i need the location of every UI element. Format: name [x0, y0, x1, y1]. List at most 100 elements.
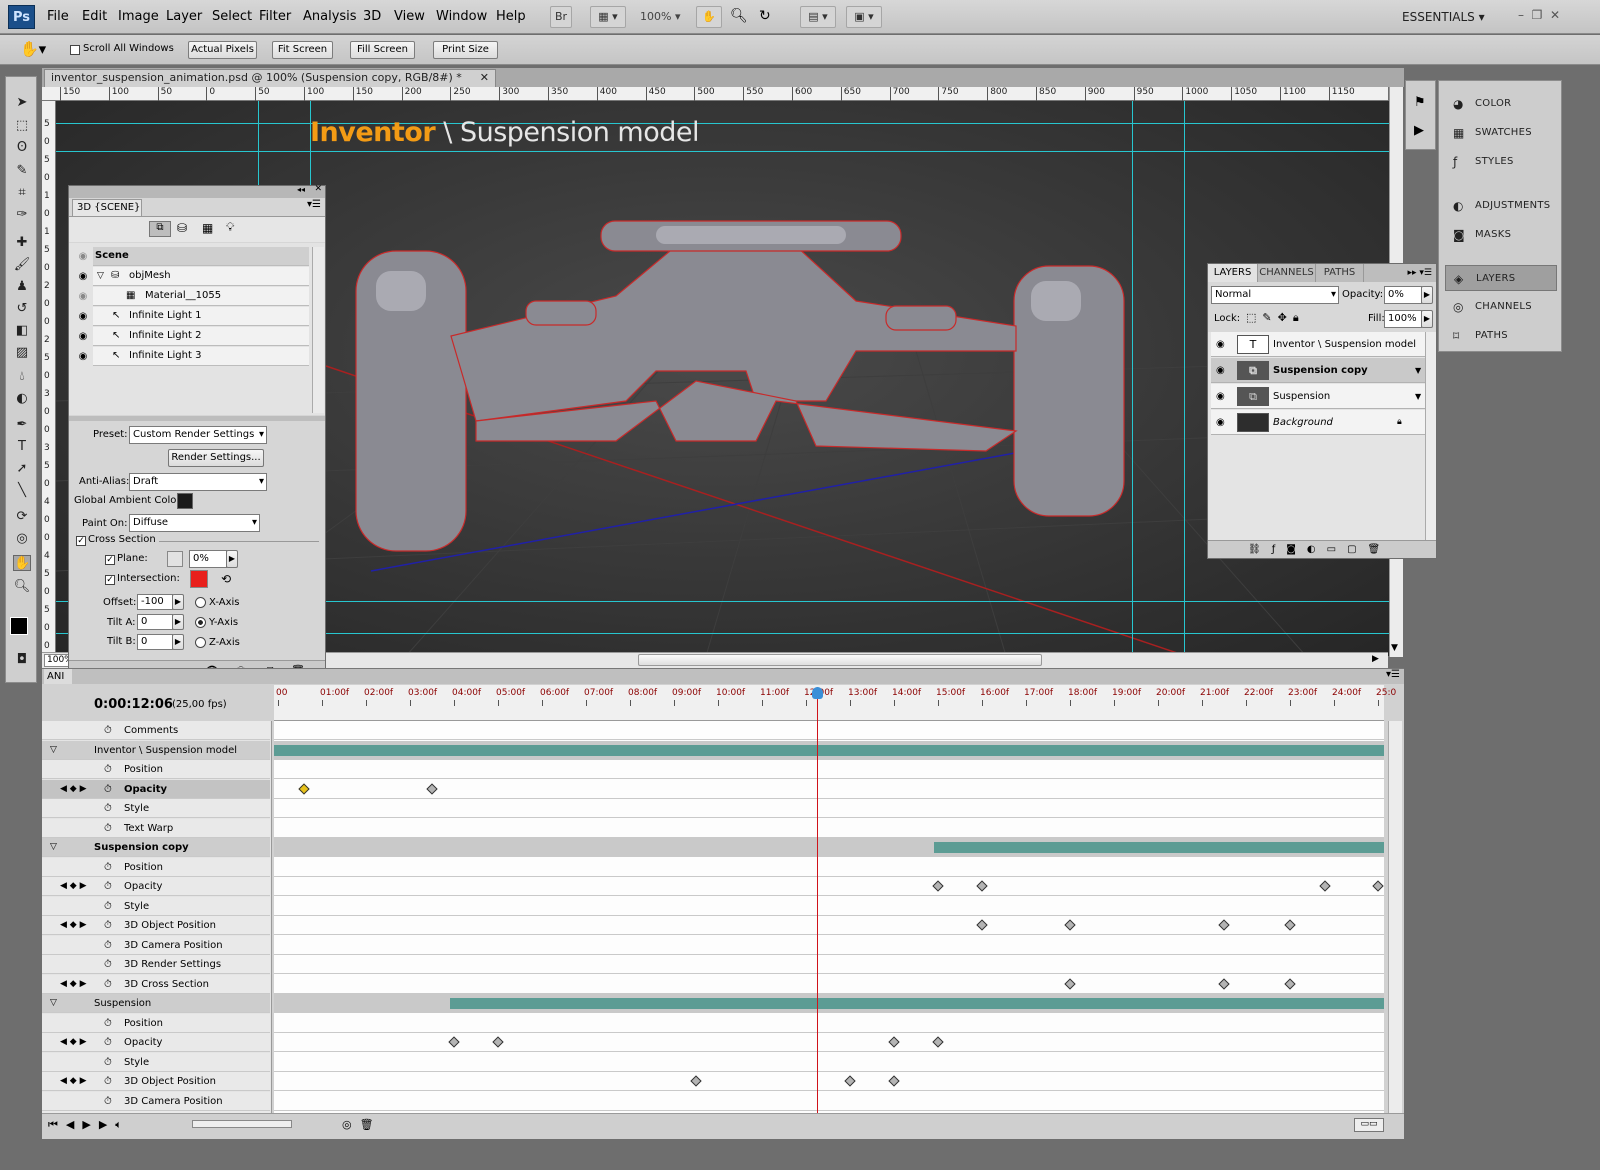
lasso-tool-icon[interactable]: ʘ [13, 140, 31, 156]
track-row[interactable] [274, 877, 1384, 896]
keyframe-marker[interactable] [976, 880, 988, 892]
tree-row-objmesh[interactable]: objMesh [93, 267, 309, 286]
expand-triangle-icon[interactable]: ▽ [97, 271, 104, 281]
layer-row-suspension[interactable]: ◉ ⧉ Suspension ▼ [1211, 384, 1425, 409]
stopwatch-icon[interactable]: ⏱ [104, 1092, 112, 1111]
move-tool-icon[interactable]: ➤ [13, 95, 31, 111]
tree-row-scene[interactable]: Scene [93, 247, 309, 266]
timeline-property-row[interactable]: ⏱ Comments [42, 721, 270, 740]
tilt-b-field[interactable]: 0 [137, 634, 173, 650]
bridge-button[interactable]: Br [550, 6, 572, 28]
visibility-eye-icon[interactable]: ◉ [1216, 410, 1225, 435]
dock-layers[interactable]: ◈ LAYERS [1445, 265, 1557, 291]
zoom-slider[interactable] [192, 1120, 292, 1128]
timeline-property-row[interactable]: ⏱ ◀ ◆ ▶ Opacity [42, 877, 270, 896]
track-row[interactable] [274, 780, 1384, 799]
keyframe-marker[interactable] [976, 919, 988, 931]
track-row[interactable] [274, 819, 1384, 838]
healing-brush-tool-icon[interactable]: ✚ [13, 235, 31, 251]
plane-checkbox[interactable]: ✓ [105, 555, 115, 565]
scroll-right-icon[interactable]: ▶ [1372, 654, 1379, 664]
history-icon[interactable]: ⚑ [1414, 95, 1426, 110]
zoom-tool-icon[interactable]: 🔍︎ [730, 8, 748, 24]
stopwatch-icon[interactable]: ⏱ [104, 877, 112, 896]
timeline-property-row[interactable]: ⏱ ◀ ◆ ▶ 3D Object Position [42, 916, 270, 935]
gradient-tool-icon[interactable]: ▨ [13, 345, 31, 361]
workspace-switcher[interactable]: ESSENTIALS ▾ [1402, 10, 1485, 24]
preset-select[interactable]: Custom Render Settings ▾ [129, 426, 267, 444]
keyframe-marker[interactable] [492, 1036, 504, 1048]
dock-masks[interactable]: ◙ MASKS [1445, 222, 1557, 248]
menu-layer[interactable]: Layer [166, 9, 202, 24]
keyframe-marker[interactable] [298, 782, 311, 795]
line-tool-icon[interactable]: ╲ [13, 483, 31, 499]
hand-tool-preset-icon[interactable]: ✋▾ [20, 40, 46, 58]
timeline-property-row[interactable]: ⏱ Style [42, 799, 270, 818]
track-row[interactable] [274, 916, 1384, 935]
keyframe-marker[interactable] [888, 1036, 900, 1048]
stopwatch-icon[interactable]: ⏱ [104, 1033, 112, 1052]
timeline-property-row[interactable]: ⏱ Position [42, 1013, 270, 1033]
playhead-line[interactable] [816, 687, 818, 1117]
fit-screen-button[interactable]: Fit Screen [272, 41, 333, 59]
stopwatch-icon[interactable]: ⏱ [104, 916, 112, 935]
menu-window[interactable]: Window [436, 9, 487, 24]
scroll-all-windows-checkbox[interactable] [70, 45, 80, 55]
tree-row-infinite-light-2[interactable]: Infinite Light 2 [93, 327, 309, 346]
rotate-view-icon[interactable]: ↻ [759, 8, 771, 24]
stopwatch-icon[interactable]: ⏱ [104, 819, 112, 838]
type-tool-icon[interactable]: T [13, 439, 31, 455]
tilt-a-slider-icon[interactable]: ▶ [172, 614, 184, 630]
whole-scene-filter-icon[interactable]: ⧉ [149, 221, 171, 237]
layer-footer-icons[interactable]: ⛓ƒ◙◐▭▢🗑︎ [1248, 544, 1391, 555]
menu-help[interactable]: Help [496, 9, 526, 24]
timeline-property-row[interactable]: ⏱ ◀ ◆ ▶ Opacity [42, 779, 270, 799]
track-row[interactable] [274, 955, 1384, 974]
keyframe-marker[interactable] [1218, 919, 1230, 931]
anti-alias-select[interactable]: Draft ▾ [129, 473, 267, 491]
layer-duration-bar[interactable] [274, 744, 1384, 756]
keyframe-navigator[interactable]: ◀ ◆ ▶ [60, 916, 87, 935]
dodge-tool-icon[interactable]: ◐ [13, 391, 31, 407]
tilt-a-field[interactable]: 0 [137, 614, 173, 630]
convert-to-frame-animation-icon[interactable]: ▭▭ [1354, 1118, 1384, 1132]
keyframe-marker[interactable] [1319, 880, 1331, 892]
menu-3d[interactable]: 3D [363, 9, 381, 24]
timeline-layer-row[interactable]: ▽ Suspension [42, 994, 270, 1013]
keyframe-marker[interactable] [1284, 977, 1296, 990]
keyframe-marker[interactable] [1064, 919, 1076, 931]
lock-icons[interactable]: ⬚✎✥🔒︎ [1246, 311, 1305, 325]
stopwatch-icon[interactable]: ⏱ [104, 955, 112, 974]
stopwatch-icon[interactable]: ⏱ [104, 799, 112, 818]
panel-menu-icon[interactable]: ▾☰ [307, 199, 321, 210]
timeline-property-row[interactable]: ⏱ Style [42, 1052, 270, 1072]
onion-skin-and-delete-icons[interactable]: ◎🗑︎ [342, 1118, 382, 1131]
layer-duration-bar[interactable] [934, 842, 1384, 853]
timeline-property-row[interactable]: ⏱ Position [42, 760, 270, 779]
keyframe-marker[interactable] [426, 782, 438, 795]
keyframe-marker[interactable] [448, 1036, 460, 1048]
keyframe-marker[interactable] [932, 880, 944, 892]
document-tab[interactable]: inventor_suspension_animation.psd @ 100%… [44, 69, 496, 87]
eyedropper-tool-icon[interactable]: ✑ [13, 207, 31, 223]
keyframe-marker[interactable] [690, 1075, 702, 1087]
scroll-down-icon[interactable]: ▼ [1391, 643, 1398, 653]
x-axis-radio[interactable] [195, 597, 206, 608]
stopwatch-icon[interactable]: ⏱ [104, 721, 112, 740]
fill-slider-icon[interactable]: ▶ [1421, 310, 1433, 328]
stopwatch-icon[interactable]: ⏱ [104, 975, 112, 994]
menu-filter[interactable]: Filter [259, 9, 291, 24]
layer-fill-field[interactable]: 100% [1384, 310, 1422, 328]
path-selection-tool-icon[interactable]: ➚ [13, 461, 31, 477]
collapse-panel-icon[interactable]: ◂◂ [297, 185, 305, 194]
flip-cross-section-icon[interactable]: ⟲ [221, 572, 231, 586]
timeline-property-row[interactable]: ⏱ Position [42, 857, 270, 877]
intersection-color-swatch[interactable] [190, 570, 208, 588]
expand-triangle-icon[interactable]: ▽ [50, 994, 57, 1013]
render-settings-button[interactable]: Render Settings... [168, 449, 264, 467]
layer-row-suspension-copy[interactable]: ◉ ⧉ Suspension copy ▼ [1211, 358, 1425, 383]
layer-row-background[interactable]: ◉ Background 🔒︎ [1211, 410, 1425, 435]
keyframe-navigator[interactable]: ◀ ◆ ▶ [60, 877, 87, 896]
timeline-property-row[interactable]: ⏱ Style [42, 896, 270, 916]
layer-list-scrollbar[interactable] [1425, 332, 1436, 540]
